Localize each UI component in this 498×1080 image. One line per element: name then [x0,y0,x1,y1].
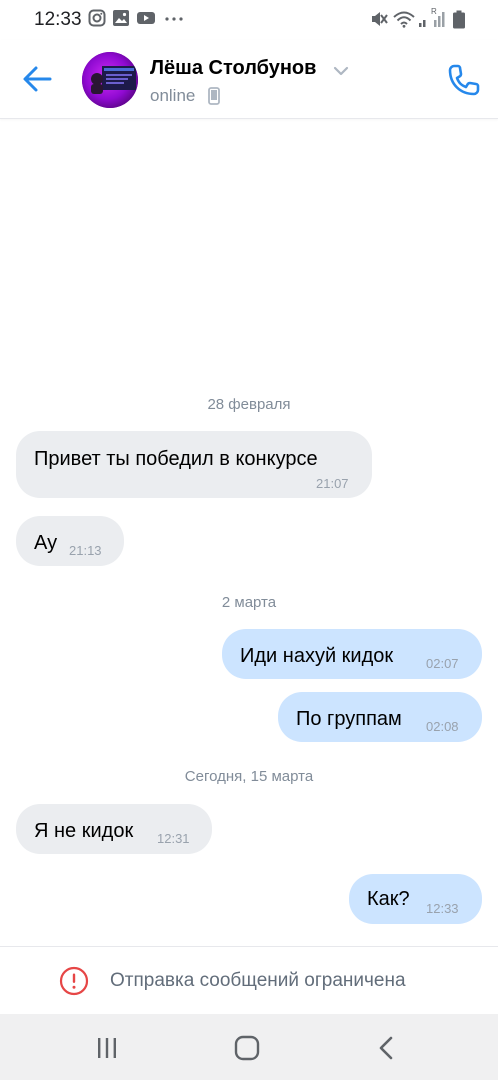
system-nav-bar [0,1014,498,1080]
date-separator: 2 марта [221,594,277,611]
mobile-device-icon [208,87,220,105]
avatar-image [82,52,138,108]
instagram-icon [88,9,106,27]
message-incoming[interactable]: Ау 21:13 [16,516,124,566]
chevron-down-icon[interactable] [332,64,350,78]
message-time: 21:13 [69,543,102,558]
signal-icon [419,12,445,27]
message-text: Ау [34,532,58,554]
message-text: Как? [367,888,410,910]
message-outgoing[interactable]: Иди нахуй кидок 02:07 [222,629,482,679]
back-arrow-icon[interactable] [14,58,60,100]
status-bar: 12:33 R [0,0,498,40]
date-separator: 28 февраля [207,396,291,413]
back-nav-icon[interactable] [372,1033,402,1063]
message-text: Иди нахуй кидок [240,645,394,667]
message-outgoing[interactable]: Как? 12:33 [349,874,482,924]
message-text: Привет ты победил в конкурсе [34,448,318,470]
contact-avatar[interactable] [82,52,138,108]
youtube-icon [137,12,155,24]
battery-icon [453,10,465,29]
restriction-banner: Отправка сообщений ограничена [0,946,498,1015]
message-time: 21:07 [316,476,349,491]
home-icon[interactable] [232,1033,262,1063]
restriction-text: Отправка сообщений ограничена [110,970,406,991]
date-separator: Сегодня, 15 марта [184,768,314,785]
message-time: 12:33 [426,901,459,916]
wifi-icon [393,11,415,28]
contact-status: online [150,86,196,105]
more-dots-icon [165,17,183,21]
phone-call-icon[interactable] [444,60,484,100]
gallery-icon [113,10,129,26]
warning-circle-icon [59,966,89,996]
message-time: 02:07 [426,656,459,671]
message-time: 12:31 [157,831,190,846]
message-text: Я не кидок [34,820,134,842]
recent-apps-icon[interactable] [92,1033,122,1063]
contact-name[interactable]: Лёша Столбунов [150,57,316,80]
message-outgoing[interactable]: По группам 02:08 [278,692,482,742]
chat-header: Лёша Столбунов online [0,40,498,119]
status-time: 12:33 [34,9,82,30]
message-text: По группам [296,708,402,730]
message-incoming[interactable]: Привет ты победил в конкурсе 21:07 [16,431,372,498]
mute-icon [372,12,388,26]
message-time: 02:08 [426,719,459,734]
message-incoming[interactable]: Я не кидок 12:31 [16,804,212,854]
